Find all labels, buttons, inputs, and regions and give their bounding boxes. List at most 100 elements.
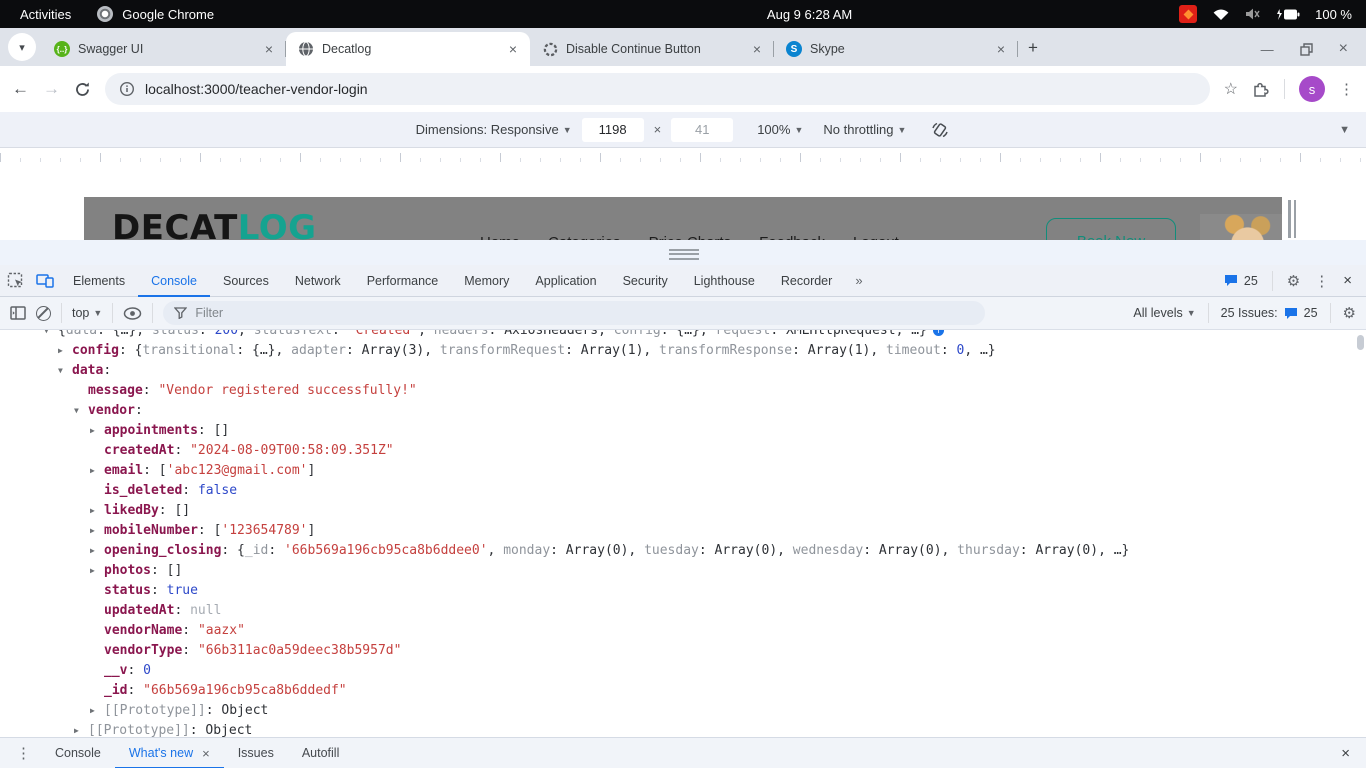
focused-app-menu[interactable]: Google Chrome (97, 6, 214, 22)
expand-arrow-icon[interactable]: ▶ (90, 561, 95, 581)
back-button[interactable]: ← (12, 79, 29, 99)
forward-button[interactable]: → (43, 79, 60, 99)
console-settings-icon[interactable]: ⚙ (1343, 304, 1356, 322)
tab-close-icon[interactable]: × (992, 40, 1010, 58)
console-log-line[interactable]: ▶[[Prototype]]: Object (0, 721, 1366, 737)
console-log-line[interactable]: ▶mobileNumber: ['123654789'] (0, 521, 1366, 541)
drag-handle-icon[interactable] (669, 249, 699, 262)
tab-close-icon[interactable]: × (504, 40, 522, 58)
clear-console-icon[interactable] (36, 306, 51, 321)
window-close-button[interactable]: × (1339, 40, 1348, 58)
viewport-resize-handle-vertical[interactable] (1288, 200, 1300, 238)
drawer-menu-icon[interactable]: ⋮ (10, 744, 37, 762)
profile-avatar[interactable]: s (1299, 76, 1325, 102)
device-type-select[interactable]: Dimensions: Responsive▼ (416, 122, 572, 137)
devtools-tab-lighthouse[interactable]: Lighthouse (681, 265, 768, 297)
console-log-line[interactable]: ▶[[Prototype]]: Object (0, 701, 1366, 721)
browser-menu-button[interactable]: ⋮ (1339, 80, 1354, 98)
device-toolbar-toggle-icon[interactable] (30, 273, 60, 288)
screen-share-indicator-icon[interactable] (1179, 5, 1197, 23)
viewport-height-input[interactable] (671, 118, 733, 142)
expand-arrow-icon[interactable]: ▶ (90, 461, 95, 481)
tab-close-icon[interactable]: × (748, 40, 766, 58)
devtools-tab-sources[interactable]: Sources (210, 265, 282, 297)
browser-tab[interactable]: Decatlog× (286, 32, 530, 66)
drawer-tab-autofill[interactable]: Autofill (288, 738, 354, 768)
issues-counter[interactable]: 25 Issues: 25 (1221, 306, 1318, 320)
tab-search-button[interactable]: ▾ (8, 33, 36, 61)
console-sidebar-toggle-icon[interactable] (10, 306, 26, 320)
rotate-viewport-icon[interactable] (930, 120, 950, 140)
devtools-menu-icon[interactable]: ⋮ (1314, 272, 1329, 290)
console-log-line[interactable]: ▼vendor: (0, 401, 1366, 421)
drawer-tab-issues[interactable]: Issues (224, 738, 288, 768)
devtools-tab-recorder[interactable]: Recorder (768, 265, 845, 297)
expand-arrow-icon[interactable]: ▶ (90, 541, 95, 561)
expand-arrow-icon[interactable]: ▶ (90, 701, 95, 721)
console-log-line[interactable]: ▶opening_closing: {_id: '66b569a196cb95c… (0, 541, 1366, 561)
devtools-tab-memory[interactable]: Memory (451, 265, 522, 297)
reload-button[interactable] (74, 81, 91, 98)
expand-arrow-icon[interactable]: ▶ (90, 501, 95, 521)
drawer-tab-console[interactable]: Console (41, 738, 115, 768)
devtools-tab-network[interactable]: Network (282, 265, 354, 297)
devtools-close-button[interactable]: × (1343, 272, 1352, 289)
javascript-context-select[interactable]: top▼ (72, 306, 102, 320)
live-expression-eye-icon[interactable] (123, 307, 142, 320)
throttling-select[interactable]: No throttling▼ (823, 122, 906, 137)
console-log-line[interactable]: ▼data: (0, 361, 1366, 381)
zoom-select[interactable]: 100%▼ (757, 122, 803, 137)
clock[interactable]: Aug 9 6:28 AM (440, 7, 1179, 22)
activities-button[interactable]: Activities (20, 7, 71, 22)
devtools-tab-performance[interactable]: Performance (354, 265, 452, 297)
new-tab-button[interactable]: + (1018, 38, 1050, 66)
drawer-tab-close-icon[interactable]: × (202, 746, 210, 761)
window-minimize-button[interactable]: — (1261, 42, 1274, 57)
drawer-tab-what-s-new[interactable]: What's new× (115, 738, 224, 768)
devtools-tab-console[interactable]: Console (138, 265, 210, 297)
console-log-line[interactable]: ▶appointments: [] (0, 421, 1366, 441)
url-text[interactable]: localhost:3000/teacher-vendor-login (145, 81, 368, 97)
chrome-app-icon (97, 6, 113, 22)
issues-bubble-icon (1284, 307, 1298, 320)
console-log-line[interactable]: ▶photos: [] (0, 561, 1366, 581)
expand-arrow-icon[interactable]: ▶ (90, 521, 95, 541)
expand-arrow-icon[interactable]: ▶ (74, 721, 79, 737)
expand-arrow-icon[interactable]: ▼ (58, 361, 63, 381)
extensions-icon[interactable] (1252, 80, 1270, 98)
more-panels-chevron[interactable]: » (845, 273, 872, 288)
drawer-close-button[interactable]: × (1341, 745, 1356, 762)
expand-arrow-icon[interactable]: ▼ (74, 401, 79, 421)
inspect-element-icon[interactable] (0, 272, 30, 289)
devtools-tab-security[interactable]: Security (610, 265, 681, 297)
window-restore-button[interactable] (1300, 43, 1313, 56)
device-toolbar-more-chevron[interactable]: ▼ (1339, 124, 1350, 136)
console-filter-input[interactable]: Filter (163, 301, 985, 325)
browser-tab[interactable]: Disable Continue Button× (530, 32, 774, 66)
browser-tab[interactable]: SSkype× (774, 32, 1018, 66)
devtools-tab-elements[interactable]: Elements (60, 265, 138, 297)
expand-arrow-icon[interactable]: ▶ (58, 341, 63, 361)
book-now-button[interactable]: Book Now (1046, 218, 1176, 240)
console-log-line: status: true (0, 581, 1366, 601)
site-info-icon[interactable] (119, 81, 135, 97)
bookmark-star-icon[interactable]: ☆ (1224, 79, 1238, 99)
expand-arrow-icon[interactable]: ▶ (90, 421, 95, 441)
console-log-line[interactable]: ▼{data: {…}, status: 200, statusText: 'C… (0, 330, 1366, 341)
console-log-line[interactable]: ▶config: {transitional: {…}, adapter: Ar… (0, 341, 1366, 361)
devtools-drag-divider[interactable] (0, 240, 1366, 265)
log-levels-select[interactable]: All levels▼ (1133, 306, 1195, 320)
devtools-settings-icon[interactable]: ⚙ (1287, 272, 1300, 290)
console-log-line[interactable]: ▶email: ['abc123@gmail.com'] (0, 461, 1366, 481)
console-scrollbar-thumb[interactable] (1357, 335, 1364, 350)
omnibox[interactable]: localhost:3000/teacher-vendor-login (105, 73, 1210, 105)
console-log-line[interactable]: ▶likedBy: [] (0, 501, 1366, 521)
browser-tab[interactable]: {..}Swagger UI× (42, 32, 286, 66)
expand-arrow-icon[interactable]: ▼ (44, 330, 49, 341)
tab-close-icon[interactable]: × (260, 40, 278, 58)
console-messages-count[interactable]: 25 (1224, 274, 1258, 288)
devtools-tab-application[interactable]: Application (522, 265, 609, 297)
console-output: ▼{data: {…}, status: 200, statusText: 'C… (0, 330, 1366, 737)
site-logo[interactable]: DECATLOG (112, 208, 317, 240)
viewport-width-input[interactable] (582, 118, 644, 142)
